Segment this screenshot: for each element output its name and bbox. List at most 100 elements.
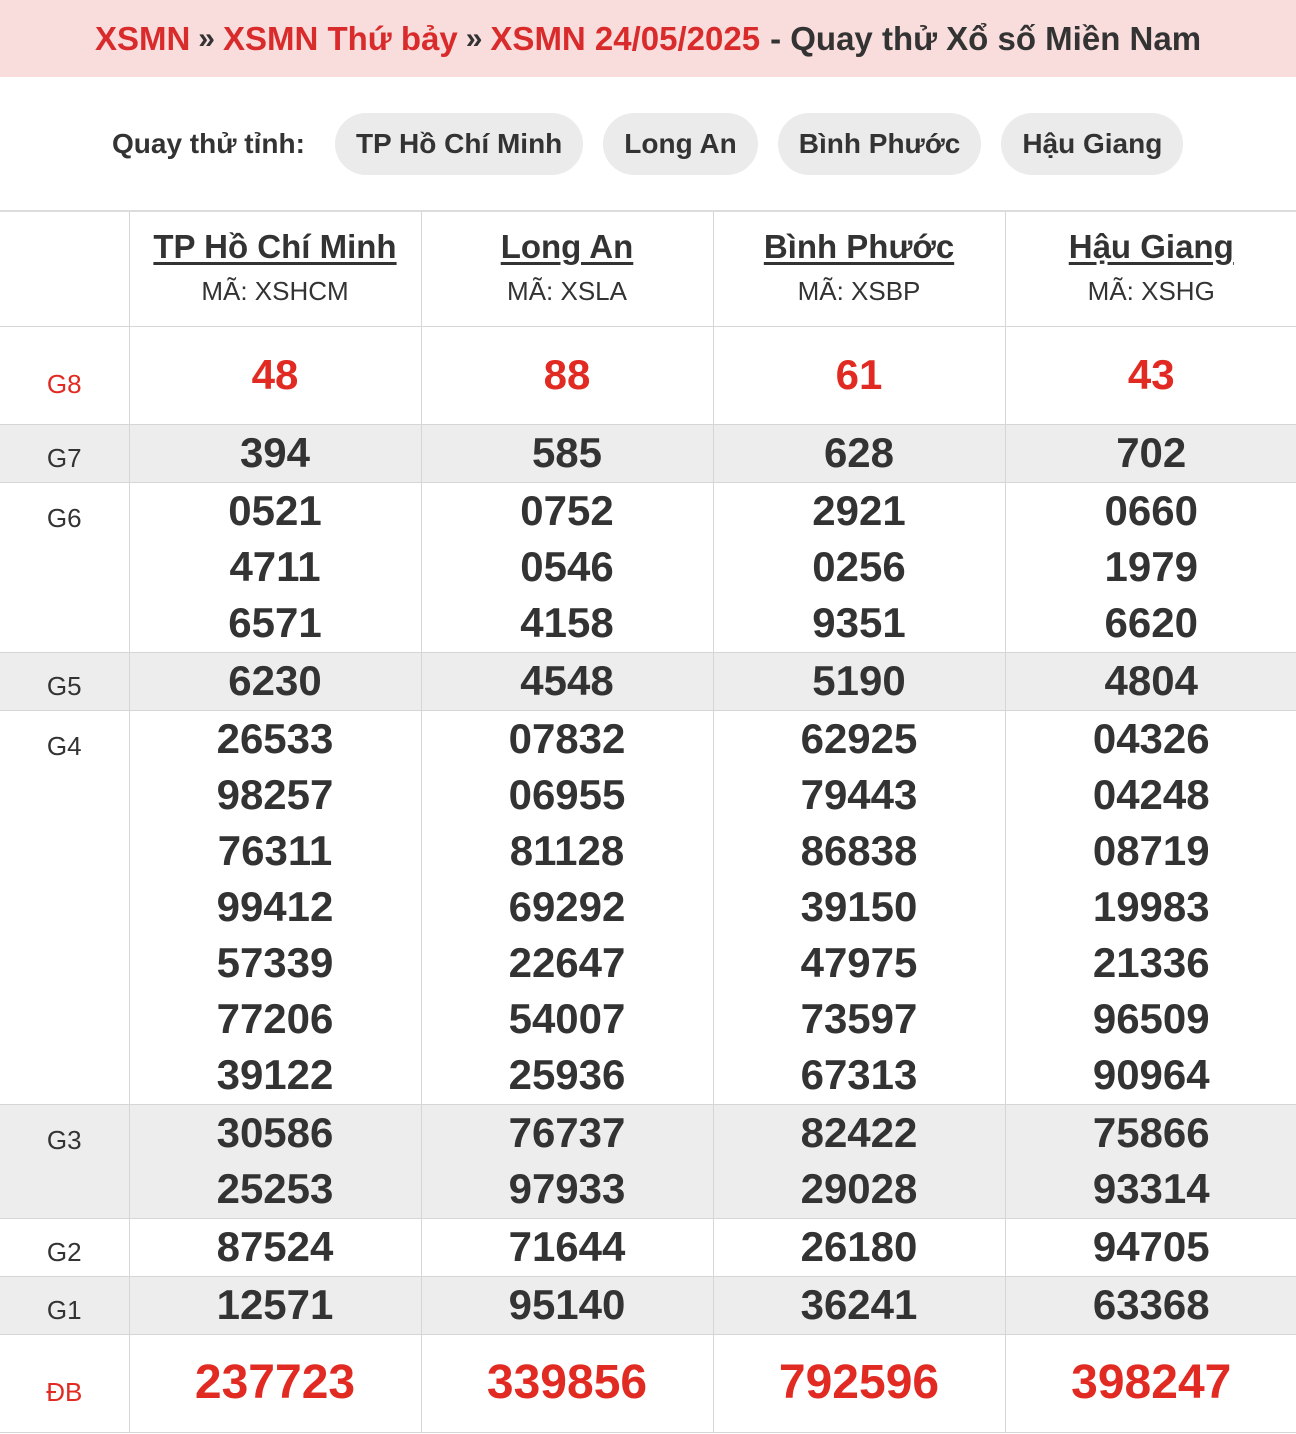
province-link[interactable]: Bình Phước <box>714 228 1005 266</box>
prize-number: 25936 <box>508 1050 626 1098</box>
prize-number: 6571 <box>228 598 322 646</box>
prize-number: 12571 <box>216 1280 334 1328</box>
prize-number: 81128 <box>509 826 625 874</box>
prize-row-g1: G1 12571 95140 36241 63368 <box>0 1275 1296 1335</box>
prize-number: 76737 <box>508 1108 626 1156</box>
breadcrumb-xsmn-weekday[interactable]: XSMN Thứ bảy <box>223 20 458 58</box>
prize-cell: 0660 1979 6620 <box>1004 481 1296 653</box>
prize-cell: 30586 25253 <box>128 1103 422 1219</box>
prize-number: 0752 <box>520 486 614 534</box>
prize-cell: 0521 4711 6571 <box>128 481 422 653</box>
prize-number: 73597 <box>800 994 918 1042</box>
prize-cell: 4804 <box>1004 651 1296 711</box>
prize-number: 39150 <box>800 882 918 930</box>
prize-number: 06955 <box>508 770 626 818</box>
prize-number: 61 <box>835 350 883 398</box>
prize-cell: 26180 <box>712 1217 1006 1277</box>
prize-cell: 237723 <box>128 1333 422 1433</box>
prize-number: 08719 <box>1092 826 1210 874</box>
prize-cell: 76737 97933 <box>420 1103 714 1219</box>
prize-number: 71644 <box>508 1222 626 1270</box>
prize-cell: 2921 0256 9351 <box>712 481 1006 653</box>
prize-number: 36241 <box>800 1280 918 1328</box>
prize-number: 76311 <box>217 826 333 874</box>
prize-cell: 61 <box>712 325 1006 425</box>
prize-number: 237723 <box>194 1355 356 1409</box>
prize-number: 628 <box>823 428 895 476</box>
prize-number: 4711 <box>229 542 321 590</box>
prize-number: 62925 <box>800 714 918 762</box>
prize-number: 48 <box>251 350 299 398</box>
prize-number: 22647 <box>508 938 626 986</box>
prize-number: 4158 <box>520 598 614 646</box>
prize-number: 88 <box>543 350 591 398</box>
prize-cell: 4548 <box>420 651 714 711</box>
prize-cell: 94705 <box>1004 1217 1296 1277</box>
prize-label: G7 <box>0 423 130 483</box>
prize-number: 29028 <box>800 1164 918 1212</box>
prize-cell: 0752 0546 4158 <box>420 481 714 653</box>
province-code: MÃ: XSHG <box>1087 276 1215 306</box>
prize-number: 63368 <box>1092 1280 1210 1328</box>
breadcrumb-xsmn[interactable]: XSMN <box>95 20 190 58</box>
prize-number: 79443 <box>800 770 918 818</box>
prize-number: 398247 <box>1071 1355 1232 1409</box>
prize-cell: 6230 <box>128 651 422 711</box>
prize-number: 77206 <box>216 994 334 1042</box>
prize-number: 585 <box>531 428 603 476</box>
province-link[interactable]: Hậu Giang <box>1006 228 1296 266</box>
province-pill-binh-phuoc[interactable]: Bình Phước <box>777 112 982 175</box>
breadcrumb-xsmn-date[interactable]: XSMN 24/05/2025 <box>490 20 760 58</box>
prize-cell: 75866 93314 <box>1004 1103 1296 1219</box>
prize-cell: 87524 <box>128 1217 422 1277</box>
prize-number: 86838 <box>800 826 918 874</box>
prize-number: 04248 <box>1092 770 1210 818</box>
prize-number: 9351 <box>812 598 906 646</box>
prize-number: 54007 <box>508 994 626 1042</box>
province-selector: Quay thử tỉnh: TP Hồ Chí Minh Long An Bì… <box>0 77 1296 210</box>
prize-number: 75866 <box>1092 1108 1210 1156</box>
prize-cell: 88 <box>420 325 714 425</box>
prize-cell: 339856 <box>420 1333 714 1433</box>
prize-number: 67313 <box>800 1050 918 1098</box>
prize-number: 1979 <box>1104 542 1198 590</box>
province-link[interactable]: TP Hồ Chí Minh <box>130 228 421 266</box>
prize-number: 26533 <box>216 714 334 762</box>
prize-cell: 702 <box>1004 423 1296 483</box>
province-code: MÃ: XSBP <box>797 276 921 306</box>
prize-number: 43 <box>1127 350 1175 398</box>
prize-cell: 95140 <box>420 1275 714 1335</box>
breadcrumb-separator: » <box>198 21 215 55</box>
prize-number: 26180 <box>800 1222 918 1270</box>
province-header: Long An MÃ: XSLA <box>420 210 714 327</box>
prize-number: 0660 <box>1104 486 1198 534</box>
prize-number: 0521 <box>228 486 322 534</box>
prize-number: 6230 <box>228 656 322 704</box>
prize-label: G5 <box>0 651 130 711</box>
province-code: MÃ: XSLA <box>507 276 627 306</box>
prize-number: 90964 <box>1092 1050 1210 1098</box>
prize-number: 4804 <box>1104 656 1198 704</box>
prize-cell: 5190 <box>712 651 1006 711</box>
province-link[interactable]: Long An <box>422 228 713 266</box>
prize-number: 30586 <box>216 1108 334 1156</box>
prize-row-g5: G5 6230 4548 5190 4804 <box>0 651 1296 711</box>
province-pill-long-an[interactable]: Long An <box>603 112 758 175</box>
prize-cell: 48 <box>128 325 422 425</box>
province-header: Hậu Giang MÃ: XSHG <box>1004 210 1296 327</box>
prize-number: 19983 <box>1092 882 1210 930</box>
prize-number: 99412 <box>216 882 334 930</box>
prize-number: 69292 <box>508 882 626 930</box>
prize-cell: 62925 79443 86838 39150 47975 73597 67313 <box>712 709 1006 1105</box>
prize-number: 98257 <box>216 770 334 818</box>
prize-cell: 04326 04248 08719 19983 21336 96509 90964 <box>1004 709 1296 1105</box>
prize-number: 394 <box>239 428 311 476</box>
province-pill-hau-giang[interactable]: Hậu Giang <box>1001 112 1184 175</box>
province-pill-hcm[interactable]: TP Hồ Chí Minh <box>334 112 584 175</box>
prize-rows: G8 48 88 61 43 G7 394 585 628 702 G6 0521 4711 6571 07… <box>0 325 1296 1433</box>
prize-number: 96509 <box>1092 994 1210 1042</box>
prize-number: 47975 <box>800 938 918 986</box>
page-header: XSMN » XSMN Thứ bảy » XSMN 24/05/2025 - … <box>0 0 1296 77</box>
prize-number: 04326 <box>1092 714 1210 762</box>
prize-number: 6620 <box>1104 598 1198 646</box>
